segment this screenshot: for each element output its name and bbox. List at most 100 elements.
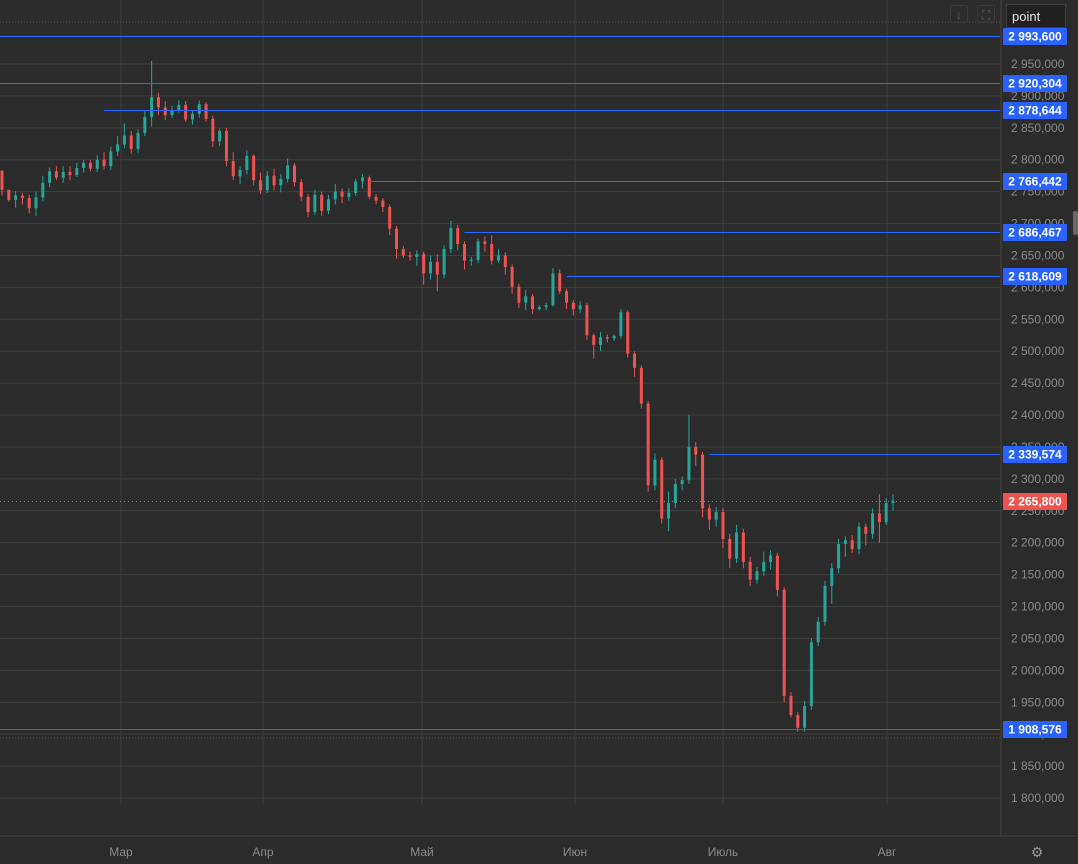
candle xyxy=(775,552,779,597)
candle xyxy=(789,692,793,718)
candle-body xyxy=(197,104,201,114)
candle xyxy=(823,580,827,626)
candle-body xyxy=(680,480,684,484)
candle-body xyxy=(428,261,432,274)
gear-icon[interactable]: ⚙ xyxy=(1027,843,1047,861)
candle-body xyxy=(279,178,283,186)
candle-body xyxy=(122,135,126,145)
price-chart[interactable]: 1 800,0001 850,0001 900,0001 950,0002 00… xyxy=(0,0,1078,864)
candle-body xyxy=(877,513,881,523)
x-tick-label: Авг xyxy=(878,845,897,859)
candle-body xyxy=(476,241,480,260)
level-badge: 2 339,574 xyxy=(1008,448,1062,462)
candle-body xyxy=(456,228,460,244)
candle-body xyxy=(68,171,72,176)
candle xyxy=(204,102,208,122)
candle-body xyxy=(299,182,303,197)
candle-body xyxy=(735,532,739,559)
y-tick-label: 2 500,000 xyxy=(1011,344,1065,358)
candle-body xyxy=(54,171,58,178)
candle-body xyxy=(75,168,79,176)
candle-body xyxy=(537,307,541,310)
candle-body xyxy=(401,249,405,256)
candle-body xyxy=(626,312,630,354)
candle-body xyxy=(204,104,208,119)
candle-body xyxy=(408,255,412,257)
candle-body xyxy=(551,273,555,306)
candle-body xyxy=(639,367,643,404)
candle-body xyxy=(864,526,868,534)
chart-canvas[interactable]: 1 800,0001 850,0001 900,0001 950,0002 00… xyxy=(0,0,1078,864)
candle-body xyxy=(340,191,344,197)
candle xyxy=(701,452,705,518)
candle-body xyxy=(592,335,596,345)
y-tick-label: 2 100,000 xyxy=(1011,600,1065,614)
candle-body xyxy=(490,243,494,261)
candle-body xyxy=(721,512,725,539)
candle xyxy=(646,401,650,492)
candle-body xyxy=(707,508,711,520)
candle-body xyxy=(14,195,18,200)
candle-body xyxy=(714,512,718,520)
candle xyxy=(585,302,589,340)
candle-body xyxy=(231,161,235,177)
candle-body xyxy=(830,568,834,587)
candle-body xyxy=(265,175,269,191)
level-badge: 1 908,576 xyxy=(1008,723,1062,737)
candle-body xyxy=(326,199,330,211)
x-tick-label: Мар xyxy=(109,845,133,859)
candle-body xyxy=(238,169,242,177)
candle-body xyxy=(306,196,310,213)
candle-body xyxy=(163,107,167,116)
candle-body xyxy=(292,165,296,183)
candle-body xyxy=(88,162,92,169)
x-tick-label: Июн xyxy=(563,845,587,859)
candle-body xyxy=(673,483,677,504)
candle-body xyxy=(218,131,222,142)
download-icon[interactable]: ↓ xyxy=(950,5,968,23)
candle-body xyxy=(177,104,181,110)
fullscreen-icon[interactable]: ⛶ xyxy=(977,5,995,23)
y-tick-label: 1 800,000 xyxy=(1011,791,1065,805)
plot-area xyxy=(0,0,1000,836)
candle-body xyxy=(354,181,358,193)
x-tick-label: Июль xyxy=(708,845,739,859)
y-tick-label: 2 800,000 xyxy=(1011,153,1065,167)
candle-body xyxy=(129,135,133,149)
x-tick-label: Апр xyxy=(252,845,274,859)
scroll-handle[interactable] xyxy=(1073,211,1078,235)
candle-body xyxy=(150,97,154,117)
symbol-input[interactable]: point xyxy=(1006,4,1066,28)
candle-body xyxy=(816,621,820,643)
y-tick-label: 2 400,000 xyxy=(1011,408,1065,422)
candle-body xyxy=(687,446,691,481)
candle-body xyxy=(20,195,24,199)
candle-body xyxy=(850,540,854,550)
candle-body xyxy=(503,255,507,267)
candle-body xyxy=(61,171,65,178)
candle-body xyxy=(313,194,317,213)
candle-body xyxy=(469,259,473,261)
candle-body xyxy=(694,446,698,455)
candle-body xyxy=(497,255,501,261)
candle xyxy=(367,175,371,200)
candle-body xyxy=(857,526,861,550)
candle-body xyxy=(286,165,290,179)
candle-body xyxy=(360,177,364,182)
candle-body xyxy=(272,175,276,186)
level-badge: 2 920,304 xyxy=(1008,77,1062,91)
candle-body xyxy=(809,642,813,707)
candle-body xyxy=(252,155,256,181)
candle-body xyxy=(524,296,528,303)
y-tick-label: 2 450,000 xyxy=(1011,376,1065,390)
level-badge: 2 766,442 xyxy=(1008,175,1062,189)
candle-body xyxy=(388,206,392,229)
candle-body xyxy=(612,335,616,339)
current-price-badge: 2 265,800 xyxy=(1008,495,1062,509)
level-badge: 2 878,644 xyxy=(1008,104,1062,118)
candle-body xyxy=(7,189,11,200)
candle-body xyxy=(762,561,766,572)
y-tick-label: 2 950,000 xyxy=(1011,57,1065,71)
candle-body xyxy=(184,104,188,120)
candle-body xyxy=(422,254,426,274)
